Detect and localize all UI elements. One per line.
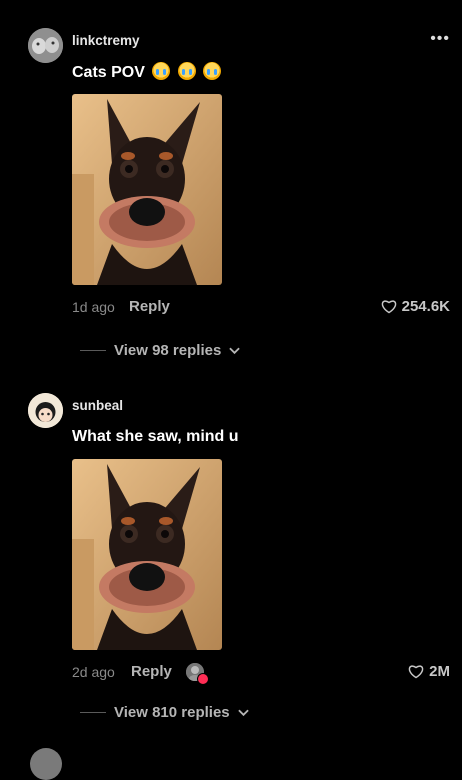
username[interactable]: sunbeal	[72, 398, 123, 413]
heart-icon	[381, 300, 396, 314]
view-replies-label: View 98 replies	[114, 342, 222, 359]
avatar[interactable]	[28, 28, 63, 63]
like-button[interactable]: 254.6K	[381, 298, 450, 315]
comment-timestamp: 1d ago	[72, 299, 115, 315]
comment-image[interactable]	[72, 94, 222, 285]
like-count: 254.6K	[401, 298, 450, 315]
heart-icon	[408, 665, 424, 679]
view-replies-button[interactable]: View 98 replies	[80, 342, 241, 359]
more-options-icon[interactable]: •••	[430, 30, 450, 48]
comment-text: Cats POV	[72, 62, 222, 82]
view-replies-label: View 810 replies	[114, 704, 230, 721]
username[interactable]: linkctremy	[72, 33, 140, 48]
comment-image[interactable]	[72, 459, 222, 650]
crying-face-emoji	[203, 62, 222, 80]
like-count: 2M	[429, 663, 450, 680]
comment-timestamp: 2d ago	[72, 664, 115, 680]
view-replies-button[interactable]: View 810 replies	[80, 704, 249, 721]
crying-face-emoji	[177, 62, 196, 80]
heart-badge-icon	[197, 673, 209, 685]
reply-button[interactable]: Reply	[129, 298, 170, 315]
reply-button[interactable]: Reply	[131, 663, 172, 680]
comment-text: What she saw, mind u	[72, 428, 239, 445]
divider-line	[80, 712, 106, 713]
chevron-down-icon	[237, 709, 249, 716]
like-button[interactable]: 2M	[408, 663, 450, 680]
divider-line	[80, 350, 106, 351]
crying-face-emoji	[152, 62, 171, 80]
avatar[interactable]	[28, 393, 63, 428]
comment-text-content: Cats POV	[72, 64, 145, 81]
chevron-down-icon	[229, 347, 241, 354]
